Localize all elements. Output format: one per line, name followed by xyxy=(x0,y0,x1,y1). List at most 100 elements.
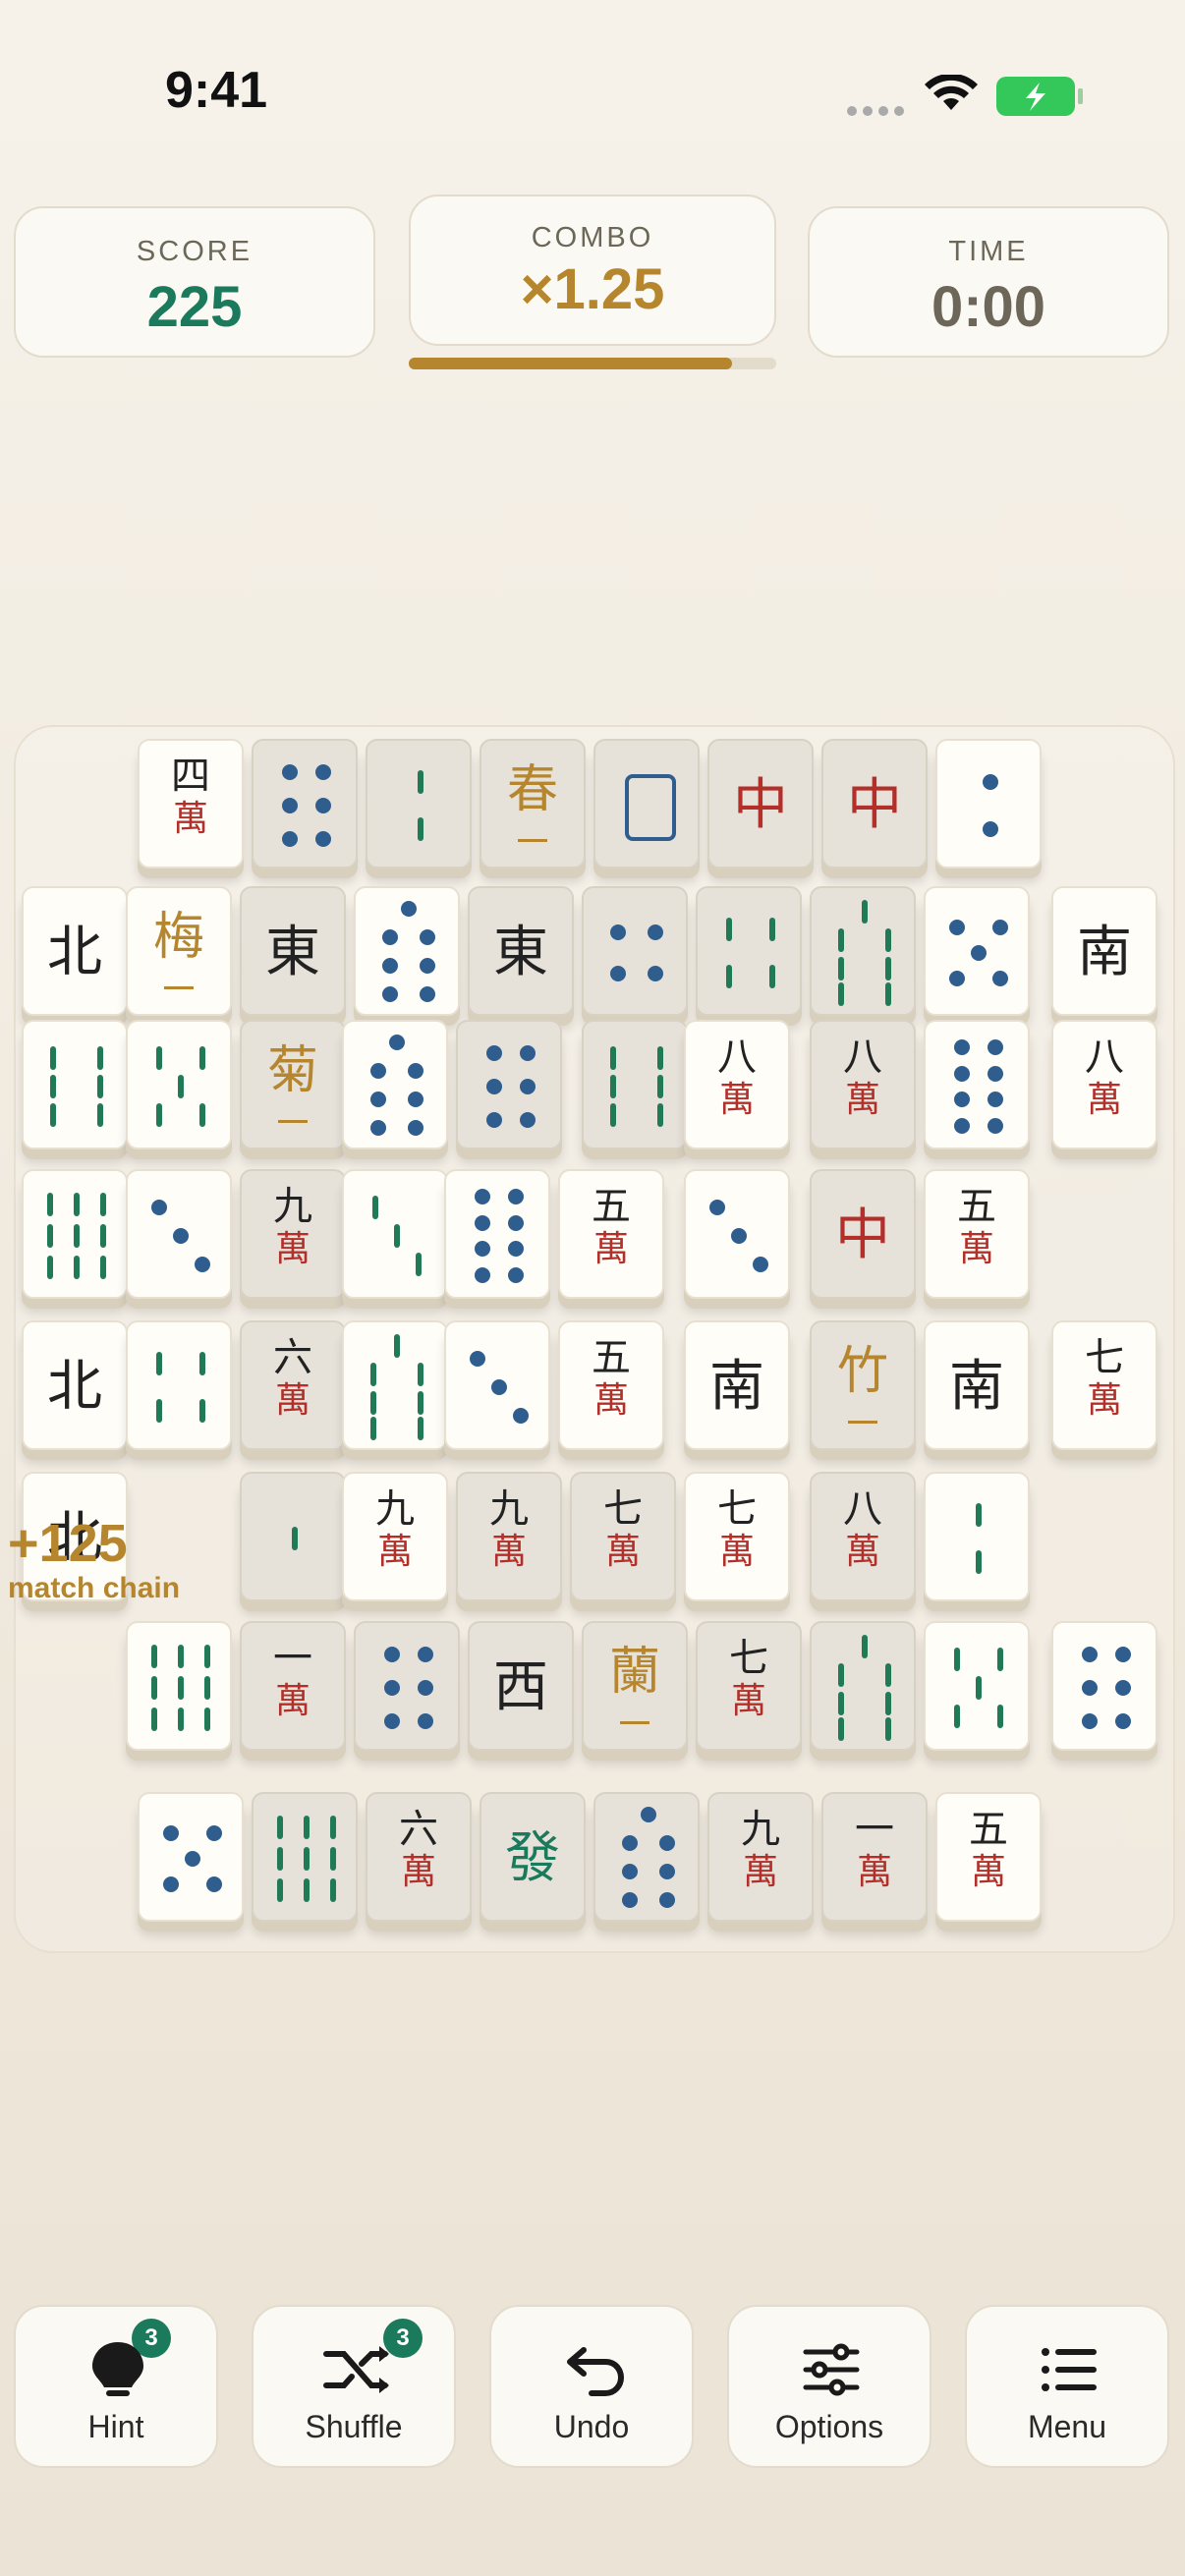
bamboo-stick xyxy=(178,1075,184,1098)
mahjong-tile[interactable] xyxy=(696,886,802,1016)
mahjong-tile[interactable]: 七萬 xyxy=(684,1472,790,1601)
mahjong-tile[interactable] xyxy=(22,1020,128,1149)
mahjong-tile[interactable] xyxy=(444,1169,550,1299)
mahjong-tile[interactable] xyxy=(342,1020,448,1149)
mahjong-tile[interactable]: 菊 xyxy=(240,1020,346,1149)
mahjong-tile[interactable] xyxy=(593,739,700,868)
bamboo-stick xyxy=(204,1676,210,1700)
mahjong-tile[interactable]: 南 xyxy=(1051,886,1157,1016)
dot-pip xyxy=(621,1892,638,1909)
mahjong-tile[interactable]: 北 xyxy=(22,1320,128,1450)
mahjong-tile[interactable]: 一萬 xyxy=(821,1792,928,1922)
mahjong-tile[interactable]: 一萬 xyxy=(240,1621,346,1751)
menu-label: Menu xyxy=(1027,2409,1107,2444)
mahjong-tile[interactable]: 中 xyxy=(810,1169,916,1299)
mahjong-tile[interactable]: 六萬 xyxy=(240,1320,346,1450)
mahjong-tile[interactable]: 九萬 xyxy=(707,1792,814,1922)
dot-pip xyxy=(205,1876,222,1893)
mahjong-tile[interactable]: 西 xyxy=(468,1621,574,1751)
mahjong-tile[interactable]: 七萬 xyxy=(696,1621,802,1751)
mahjong-tile[interactable]: 蘭 xyxy=(582,1621,688,1751)
mahjong-tile[interactable]: 五萬 xyxy=(558,1169,664,1299)
hint-label: Hint xyxy=(87,2409,144,2444)
tile-number: 七 xyxy=(729,1636,768,1681)
mahjong-tile[interactable]: 東 xyxy=(468,886,574,1016)
mahjong-tile[interactable]: 中 xyxy=(707,739,814,868)
mahjong-tile[interactable]: 九萬 xyxy=(240,1169,346,1299)
mahjong-tile[interactable]: 五萬 xyxy=(558,1320,664,1450)
mahjong-tile[interactable]: 九萬 xyxy=(456,1472,562,1601)
mahjong-tile[interactable] xyxy=(582,1020,688,1149)
score-value: 225 xyxy=(146,275,243,339)
mahjong-tile[interactable]: 八萬 xyxy=(684,1020,790,1149)
mahjong-tile[interactable] xyxy=(252,1792,358,1922)
hint-button[interactable]: 3 Hint xyxy=(14,2305,218,2468)
bamboo-stick xyxy=(976,1549,982,1574)
mahjong-tile[interactable] xyxy=(924,886,1030,1016)
mahjong-tile[interactable] xyxy=(810,1621,916,1751)
mahjong-tile[interactable]: 東 xyxy=(240,886,346,1016)
dot-pip xyxy=(1081,1646,1098,1662)
mahjong-tile[interactable] xyxy=(924,1472,1030,1601)
mahjong-tile[interactable] xyxy=(342,1169,448,1299)
mahjong-tile[interactable]: 南 xyxy=(924,1320,1030,1450)
mahjong-tile[interactable] xyxy=(240,1472,346,1601)
mahjong-tile[interactable] xyxy=(924,1621,1030,1751)
mahjong-tile[interactable] xyxy=(126,1169,232,1299)
dot-pip xyxy=(383,1680,400,1696)
mahjong-tile[interactable] xyxy=(582,886,688,1016)
mahjong-tile[interactable] xyxy=(444,1320,550,1450)
mahjong-tile[interactable]: 五萬 xyxy=(935,1792,1042,1922)
shuffle-button[interactable]: 3 Shuffle xyxy=(252,2305,456,2468)
bamboo-stick xyxy=(198,1045,205,1070)
mahjong-tile[interactable]: 八萬 xyxy=(1051,1020,1157,1149)
mahjong-tile[interactable]: 發 xyxy=(480,1792,586,1922)
menu-button[interactable]: Menu xyxy=(965,2305,1169,2468)
bamboo-stick xyxy=(156,1103,163,1128)
mahjong-tile[interactable]: 九萬 xyxy=(342,1472,448,1601)
dot-pip xyxy=(659,1835,676,1852)
mahjong-tile[interactable] xyxy=(126,1320,232,1450)
mahjong-tile[interactable]: 南 xyxy=(684,1320,790,1450)
combo-label: COMBO xyxy=(531,222,654,253)
mahjong-tile[interactable] xyxy=(252,739,358,868)
mahjong-tile[interactable] xyxy=(1051,1621,1157,1751)
mahjong-tile[interactable]: 七萬 xyxy=(570,1472,676,1601)
undo-label: Undo xyxy=(553,2409,630,2444)
mahjong-tile[interactable] xyxy=(354,886,460,1016)
mahjong-tile[interactable] xyxy=(456,1020,562,1149)
undo-button[interactable]: Undo xyxy=(489,2305,694,2468)
mahjong-tile[interactable]: 春 xyxy=(480,739,586,868)
options-button[interactable]: Options xyxy=(727,2305,931,2468)
mahjong-tile[interactable]: 八萬 xyxy=(810,1472,916,1601)
mahjong-tile[interactable]: 五萬 xyxy=(924,1169,1030,1299)
tile-suit: 萬 xyxy=(1086,1080,1122,1120)
mahjong-tile[interactable]: 梅 xyxy=(126,886,232,1016)
bamboo-stick xyxy=(996,1705,1003,1729)
tile-number: 九 xyxy=(375,1486,415,1532)
mahjong-tile[interactable]: 四萬 xyxy=(138,739,244,868)
bamboo-stick xyxy=(862,899,868,924)
mahjong-tile[interactable] xyxy=(126,1621,232,1751)
mahjong-tile[interactable] xyxy=(366,739,472,868)
mahjong-tile[interactable] xyxy=(684,1169,790,1299)
mahjong-tile[interactable]: 北 xyxy=(22,886,128,1016)
mahjong-tile[interactable] xyxy=(138,1792,244,1922)
mahjong-tile[interactable] xyxy=(935,739,1042,868)
mahjong-tile[interactable] xyxy=(354,1621,460,1751)
mahjong-tile[interactable] xyxy=(593,1792,700,1922)
mahjong-tile[interactable]: 八萬 xyxy=(810,1020,916,1149)
mahjong-tile[interactable] xyxy=(342,1320,448,1450)
mahjong-tile[interactable]: 竹 xyxy=(810,1320,916,1450)
bamboo-stick xyxy=(954,1647,961,1671)
dot-pip xyxy=(470,1350,486,1367)
mahjong-tile[interactable] xyxy=(924,1020,1030,1149)
mahjong-tile[interactable] xyxy=(810,886,916,1016)
mahjong-tile[interactable]: 中 xyxy=(821,739,928,868)
bamboo-stick xyxy=(198,1398,205,1423)
mahjong-tile[interactable] xyxy=(22,1169,128,1299)
mahjong-tile[interactable]: 六萬 xyxy=(366,1792,472,1922)
mahjong-tile[interactable] xyxy=(126,1020,232,1149)
mahjong-tile[interactable]: 七萬 xyxy=(1051,1320,1157,1450)
tile-glyph: 南 xyxy=(1077,921,1132,984)
